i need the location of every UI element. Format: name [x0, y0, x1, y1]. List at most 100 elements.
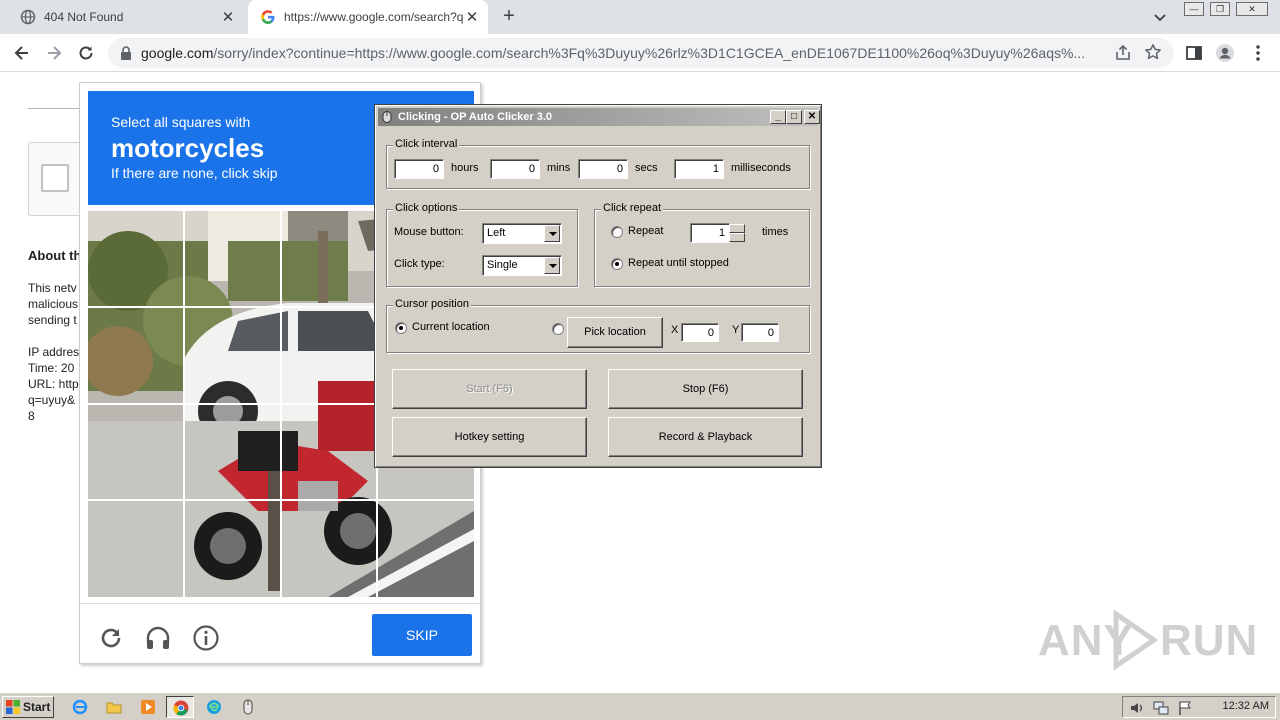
tab-404-not-found[interactable]: 404 Not Found ✕	[8, 0, 244, 34]
hours-label: hours	[451, 162, 479, 174]
captcha-tile[interactable]	[184, 500, 281, 597]
click-type-value: Single	[487, 259, 518, 271]
y-input[interactable]: 0	[741, 323, 779, 342]
chrome-icon	[173, 700, 189, 716]
mouse-button-select[interactable]: Left	[482, 223, 562, 244]
profile-avatar-icon[interactable]	[1215, 43, 1235, 63]
start-button[interactable]: Start	[2, 696, 54, 718]
current-location-radio[interactable]	[395, 322, 407, 334]
captcha-tile[interactable]	[377, 500, 474, 597]
captcha-tile[interactable]	[184, 211, 281, 308]
taskbar-explorer[interactable]	[100, 696, 128, 718]
mins-label: mins	[547, 162, 571, 174]
reload-icon[interactable]	[76, 43, 96, 63]
captcha-target: motorcycles	[111, 133, 265, 163]
bookmark-star-icon[interactable]	[1144, 43, 1162, 61]
dropdown-arrow-icon[interactable]	[544, 257, 560, 274]
captcha-tile[interactable]	[88, 211, 185, 308]
start-label: Start	[23, 700, 51, 714]
stop-button[interactable]: Stop (F6)	[608, 369, 803, 409]
minimize-button[interactable]: _	[770, 110, 786, 124]
taskbar-auto-clicker[interactable]	[234, 696, 262, 718]
record-playback-button[interactable]: Record & Playback	[608, 417, 803, 457]
url-text[interactable]: google.com/sorry/index?continue=https://…	[141, 45, 1109, 61]
taskbar-media[interactable]	[134, 696, 162, 718]
tab-close-icon[interactable]: ✕	[464, 8, 480, 26]
times-label: times	[762, 226, 789, 238]
milliseconds-label: milliseconds	[731, 162, 791, 174]
lock-icon[interactable]	[120, 46, 132, 60]
captcha-tile[interactable]	[184, 404, 281, 501]
captcha-tile[interactable]	[281, 404, 378, 501]
tab-title: https://www.google.com/search?q=	[284, 10, 464, 24]
milliseconds-input[interactable]: 1	[674, 159, 724, 179]
dropdown-arrow-icon[interactable]	[544, 225, 560, 242]
click-type-select[interactable]: Single	[482, 255, 562, 276]
secs-input[interactable]: 0	[578, 159, 628, 179]
page-text-line: 8	[28, 409, 35, 423]
action-center-flag-icon[interactable]	[1177, 700, 1193, 716]
clock[interactable]: 12:32 AM	[1223, 700, 1269, 712]
info-icon[interactable]	[192, 624, 220, 652]
skip-button[interactable]: SKIP	[372, 614, 472, 656]
headphones-icon[interactable]	[144, 624, 172, 652]
captcha-tile[interactable]	[88, 404, 185, 501]
hotkey-setting-button[interactable]: Hotkey setting	[392, 417, 587, 457]
url-domain: google.com	[141, 45, 214, 61]
new-tab-button[interactable]: +	[498, 6, 520, 28]
tab-google-search[interactable]: https://www.google.com/search?q= ✕	[248, 0, 488, 34]
captcha-tile[interactable]	[281, 307, 378, 404]
repeat-spinner[interactable]	[729, 224, 745, 242]
repeat-until-stopped-radio[interactable]	[611, 258, 623, 270]
window-titlebar[interactable]: Clicking - OP Auto Clicker 3.0 _ □ ✕	[378, 108, 820, 126]
captcha-tile[interactable]	[184, 307, 281, 404]
close-button[interactable]: ✕	[804, 110, 820, 124]
click-interval-group: Click interval 0 hours 0 mins 0 secs 1 m…	[386, 138, 810, 189]
cursor-position-group: Cursor position Current location Pick lo…	[386, 298, 810, 353]
captcha-tile[interactable]	[281, 500, 378, 597]
repeat-count-input[interactable]: 1	[690, 223, 730, 243]
start-button[interactable]: Start (F6)	[392, 369, 587, 409]
side-panel-icon[interactable]	[1184, 43, 1204, 63]
network-icon[interactable]	[1153, 700, 1169, 716]
recaptcha-checkbox[interactable]	[41, 164, 69, 192]
system-tray: 12:32 AM	[1122, 696, 1276, 718]
mins-input[interactable]: 0	[490, 159, 540, 179]
auto-clicker-window: Clicking - OP Auto Clicker 3.0 _ □ ✕ Cli…	[374, 104, 822, 468]
page-text-line: This netv	[28, 281, 77, 295]
x-input[interactable]: 0	[681, 323, 719, 342]
media-player-icon	[141, 700, 155, 714]
google-icon	[261, 10, 275, 24]
maximize-button[interactable]: □	[786, 110, 802, 124]
kebab-menu-icon[interactable]	[1248, 43, 1268, 63]
address-bar[interactable]: google.com/sorry/index?continue=https://…	[108, 38, 1174, 68]
hours-input[interactable]: 0	[394, 159, 444, 179]
close-window-button[interactable]: ✕	[1236, 2, 1268, 16]
taskbar-ie[interactable]	[66, 696, 94, 718]
pick-location-radio[interactable]	[552, 323, 564, 335]
page-text-line: malicious	[28, 297, 79, 311]
captcha-tile[interactable]	[88, 307, 185, 404]
minimize-button[interactable]: —	[1184, 2, 1204, 16]
repeat-label: Repeat	[628, 225, 664, 237]
captcha-tile[interactable]	[88, 500, 185, 597]
browser-tab-strip: 404 Not Found ✕ https://www.google.com/s…	[0, 0, 1280, 34]
repeat-radio[interactable]	[611, 226, 623, 238]
forward-arrow-icon[interactable]	[44, 43, 64, 63]
restore-button[interactable]: ❐	[1210, 2, 1230, 16]
browser-toolbar: google.com/sorry/index?continue=https://…	[0, 34, 1280, 72]
chevron-down-icon[interactable]	[1152, 9, 1168, 25]
reload-icon[interactable]	[97, 624, 125, 652]
pick-location-button[interactable]: Pick location	[567, 317, 663, 348]
tab-close-icon[interactable]: ✕	[220, 8, 236, 26]
volume-icon[interactable]	[1129, 700, 1145, 716]
taskbar-chrome[interactable]	[166, 696, 194, 718]
share-icon[interactable]	[1114, 44, 1132, 62]
captcha-tile[interactable]	[281, 211, 378, 308]
play-icon	[1113, 610, 1159, 670]
page-text-line: URL: http	[28, 377, 79, 391]
mouse-button-label: Mouse button:	[394, 226, 464, 238]
taskbar-edge[interactable]	[200, 696, 228, 718]
folder-icon	[106, 702, 122, 714]
back-arrow-icon[interactable]	[12, 43, 32, 63]
